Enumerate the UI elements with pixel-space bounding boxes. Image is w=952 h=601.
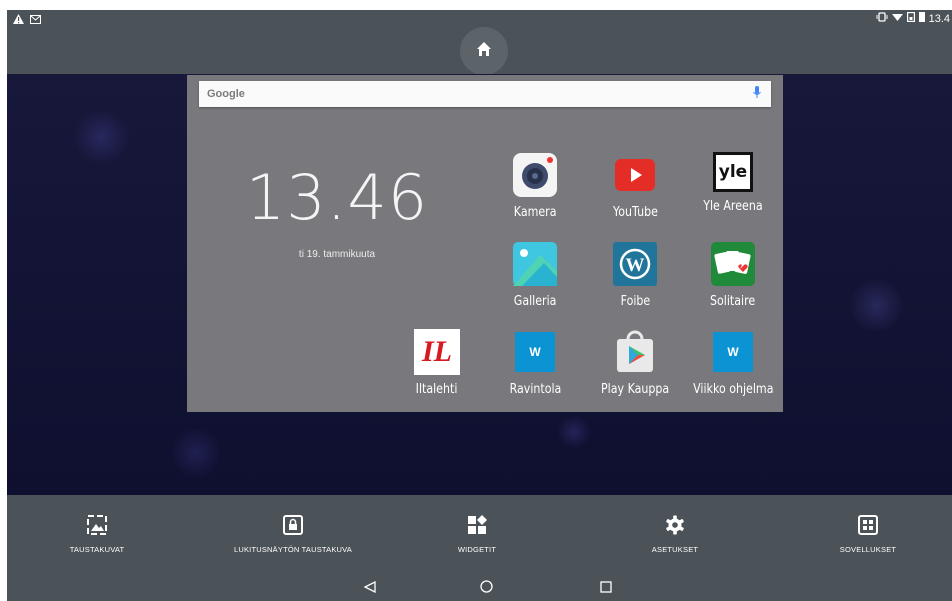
youtube-icon [612, 152, 658, 198]
home-button[interactable] [460, 27, 508, 75]
svg-text:W: W [626, 255, 645, 276]
solitaire-icon [710, 241, 756, 287]
status-time: 13.4 [928, 12, 950, 25]
app-label: Play Kauppa [600, 382, 670, 397]
home-circle-icon [479, 580, 493, 598]
settings-icon [665, 515, 685, 540]
option-widgetit[interactable]: WIDGETIT [387, 515, 567, 554]
app-yle-areena[interactable]: yle Yle Areena [688, 152, 778, 214]
wallpaper-icon [87, 515, 107, 540]
status-right: 13.4 [876, 12, 950, 25]
app-label: Yle Areena [703, 199, 763, 214]
yle-icon: yle [713, 152, 753, 192]
google-search-bar[interactable]: Google [199, 81, 771, 107]
google-logo: Google [207, 88, 245, 100]
recents-button[interactable] [596, 581, 616, 597]
iltalehti-icon: IL [414, 329, 460, 375]
option-label: SOVELLUKSET [839, 545, 897, 554]
app-label: Kamera [513, 205, 557, 220]
vibrate-icon [876, 12, 888, 25]
sim-icon [906, 12, 915, 25]
gallery-icon [512, 241, 558, 287]
mic-icon[interactable] [753, 86, 761, 105]
app-label: Foibe [620, 294, 650, 309]
option-label: TAUSTAKUVAT [69, 545, 125, 554]
back-icon [363, 580, 376, 598]
option-lukitusnayton-taustakuva[interactable]: LUKITUSNÄYTÖN TAUSTAKUVA [203, 515, 383, 554]
option-taustakuvat[interactable]: TAUSTAKUVAT [7, 515, 187, 554]
wifi-icon [891, 12, 903, 25]
app-foibe[interactable]: W Foibe [590, 241, 680, 309]
warning-icon [13, 14, 24, 27]
app-label: Viikko ohjelma [692, 382, 774, 397]
option-label: LUKITUSNÄYTÖN TAUSTAKUVA [233, 545, 352, 554]
back-button[interactable] [360, 580, 380, 598]
widgets-icon [467, 515, 487, 540]
app-viikko-ohjelma[interactable]: W Viikko ohjelma [688, 329, 778, 397]
option-label: ASETUKSET [651, 545, 699, 554]
option-label: WIDGETIT [457, 545, 497, 554]
home-nav-button[interactable] [476, 580, 496, 598]
app-label: Ravintola [509, 382, 561, 397]
app-solitaire[interactable]: Solitaire [688, 241, 778, 309]
app-label: YouTube [612, 205, 658, 220]
app-galleria[interactable]: Galleria [490, 241, 580, 309]
home-options-bar: TAUSTAKUVAT LUKITUSNÄYTÖN TAUSTAKUVA WID… [7, 495, 952, 577]
wordpress-icon: W [612, 241, 658, 287]
play-store-icon [612, 329, 658, 375]
camera-icon [512, 152, 558, 198]
viikko-icon: W [710, 329, 756, 375]
lock-screen-icon [283, 515, 303, 540]
app-play-kauppa[interactable]: Play Kauppa [590, 329, 680, 397]
app-label: Iltalehti [416, 382, 458, 397]
app-label: Galleria [513, 294, 557, 309]
top-bar: 13.4 [7, 10, 952, 75]
clock-widget: 13.46 [245, 161, 429, 234]
app-ravintola[interactable]: W Ravintola [490, 329, 580, 397]
app-iltalehti[interactable]: IL Iltalehti [392, 329, 482, 397]
app-youtube[interactable]: YouTube [590, 152, 680, 220]
email-icon [30, 14, 41, 27]
home-icon [476, 41, 492, 62]
home-screen-preview[interactable]: Google 13.46 ti 19. tammikuuta Kamera Yo… [187, 75, 783, 412]
app-label: Solitaire [710, 294, 756, 309]
ravintola-icon: W [512, 329, 558, 375]
option-sovellukset[interactable]: SOVELLUKSET [778, 515, 952, 554]
apps-icon [858, 515, 878, 540]
app-kamera[interactable]: Kamera [490, 152, 580, 220]
option-asetukset[interactable]: ASETUKSET [585, 515, 765, 554]
status-left [13, 14, 41, 27]
recents-icon [600, 580, 612, 598]
navigation-bar [7, 577, 952, 601]
clock-date: ti 19. tammikuuta [298, 249, 376, 260]
battery-icon [918, 12, 925, 25]
